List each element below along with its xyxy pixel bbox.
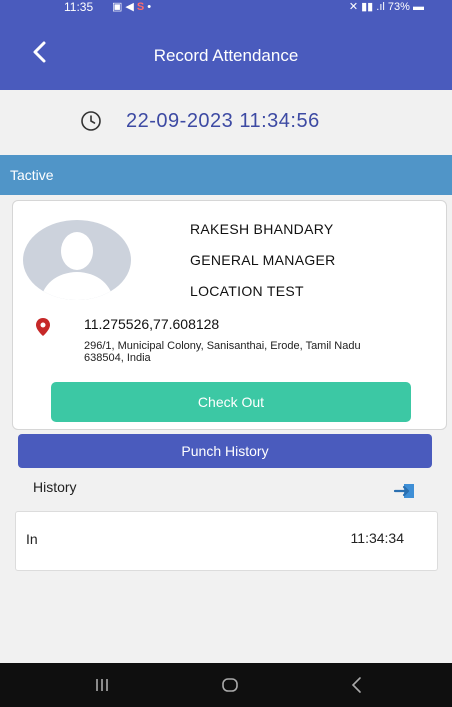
coordinates: 11.275526,77.608128 <box>84 316 220 332</box>
datetime-row: 22-09-2023 11:34:56 <box>0 90 452 155</box>
status-right: ✕ ▮▮ .ıl 73% ▬ <box>348 1 424 13</box>
status-bar: 11:35 ▣◀S• ✕ ▮▮ .ıl 73% ▬ <box>0 0 452 14</box>
notification-icons: ▣◀S• <box>112 1 155 13</box>
organization-bar: Tactive <box>0 155 452 195</box>
avatar-head <box>61 232 93 270</box>
arrow-right-icon[interactable] <box>393 483 415 499</box>
employee-location: LOCATION TEST <box>190 283 304 299</box>
history-entry-type: In <box>26 531 38 547</box>
punch-history-header: Punch History <box>18 434 432 468</box>
avatar <box>23 220 131 300</box>
current-datetime: 22-09-2023 11:34:56 <box>126 110 320 132</box>
clock-icon <box>81 111 101 131</box>
location-pin-icon <box>36 318 50 336</box>
history-entry-time: 11:34:34 <box>350 530 404 546</box>
history-label: History <box>33 479 77 495</box>
employee-name: RAKESH BHANDARY <box>190 221 334 237</box>
check-out-button[interactable]: Check Out <box>51 382 411 422</box>
history-row: History <box>0 472 452 504</box>
back-icon[interactable] <box>347 675 367 695</box>
status-time: 11:35 <box>64 0 94 14</box>
avatar-body <box>41 272 113 300</box>
address: 296/1, Municipal Colony, Sanisanthai, Er… <box>84 340 361 364</box>
employee-designation: GENERAL MANAGER <box>190 252 336 268</box>
page-title: Record Attendance <box>153 46 299 65</box>
app-bar: Record Attendance <box>0 14 452 90</box>
recent-apps-icon[interactable] <box>92 675 112 695</box>
navigation-bar <box>0 663 452 707</box>
history-entry: In 11:34:34 <box>15 511 438 571</box>
battery-level: 73% <box>387 1 410 13</box>
home-icon[interactable] <box>220 675 240 695</box>
